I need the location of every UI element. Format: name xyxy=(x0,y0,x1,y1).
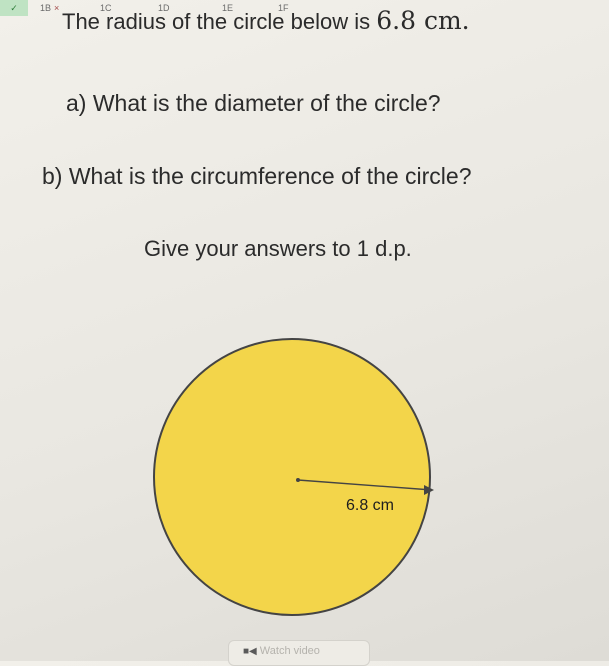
tab-1b-label: 1B xyxy=(40,3,52,13)
center-dot xyxy=(296,478,300,482)
tab-1a-completed[interactable]: ✓ xyxy=(0,0,28,16)
circle-diagram: 6.8 cm xyxy=(153,338,434,616)
watch-video-button[interactable]: ■◀ Watch video xyxy=(228,640,370,666)
question-intro: The radius of the circle below is 6.8 cm… xyxy=(62,6,470,35)
watch-video-label: Watch video xyxy=(259,645,320,657)
video-icon: ■◀ xyxy=(243,646,257,657)
rounding-instruction: Give your answers to 1 d.p. xyxy=(144,236,412,261)
circle-shape xyxy=(153,338,431,616)
wrong-mark-icon: × xyxy=(54,3,60,13)
question-intro-text: The radius of the circle below is xyxy=(62,9,371,34)
radius-label: 6.8 cm xyxy=(346,497,394,514)
radius-value: 6.8 cm. xyxy=(376,6,470,35)
question-part-a: a) What is the diameter of the circle? xyxy=(66,90,441,116)
tab-1b[interactable]: 1B × xyxy=(40,0,59,16)
question-part-b: b) What is the circumference of the circ… xyxy=(42,163,472,189)
